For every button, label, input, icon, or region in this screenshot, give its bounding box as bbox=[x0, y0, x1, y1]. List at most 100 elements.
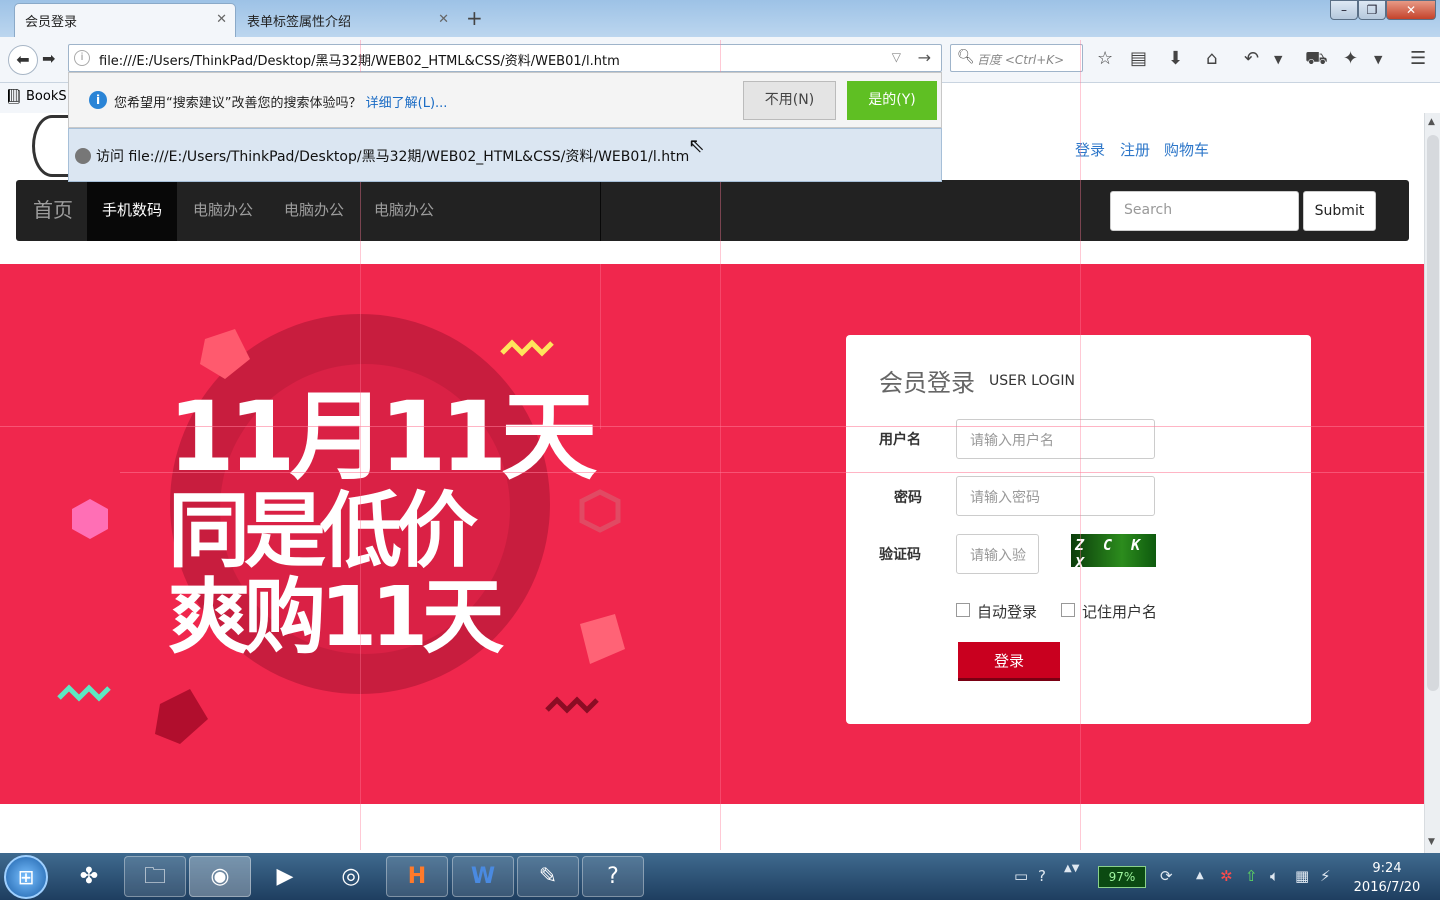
info-icon: i bbox=[89, 91, 107, 109]
firefox-icon[interactable]: ◉ bbox=[189, 856, 251, 897]
pink-cube-decoration bbox=[72, 499, 108, 539]
site-search-input[interactable]: Search bbox=[1110, 191, 1299, 231]
scroll-up-icon[interactable]: ▲ bbox=[1428, 117, 1435, 127]
bookmarks-label[interactable]: BookS bbox=[26, 89, 67, 104]
volume-icon[interactable]: 🔈︎ bbox=[1270, 867, 1279, 885]
nav-item-computers-2[interactable]: 电脑办公 bbox=[269, 180, 359, 241]
new-tab-button[interactable]: + bbox=[466, 6, 483, 30]
tray-expand-icon[interactable]: ▲▼ bbox=[1064, 863, 1079, 874]
browser-tab-bar: 会员登录 ✕ 表单标签属性介绍 ✕ + – ❐ ✕ bbox=[0, 0, 1440, 37]
windows-taskbar: ⊞ ✤ 🗀 ◉ ▶ ◎ H W ✎ ? ▭ ? ▲▼ 97% ⟳ ▲ ✲ ⇧ 🔈… bbox=[0, 853, 1440, 900]
notepad-icon[interactable]: ✎ bbox=[517, 856, 579, 897]
guide-line bbox=[600, 264, 601, 429]
page-scrollbar[interactable]: ▲ ▼ bbox=[1424, 113, 1440, 853]
close-tab-icon[interactable]: ✕ bbox=[216, 12, 227, 27]
sync-icon[interactable]: ⛟ bbox=[1305, 48, 1328, 72]
hbuilder-icon[interactable]: H bbox=[386, 856, 448, 897]
tab-label: 表单标签属性介绍 bbox=[247, 15, 352, 30]
remember-username-label: 记住用户名 bbox=[1082, 603, 1158, 621]
accept-suggestions-button[interactable]: 是的(Y) bbox=[847, 81, 937, 120]
chrome-icon[interactable]: ◎ bbox=[320, 856, 382, 897]
promo-banner: 11月11天 同是低价 爽购11天 会员登录 USER LOGIN 用户名 请输… bbox=[0, 264, 1424, 804]
captcha-image[interactable]: Z C K X bbox=[1071, 534, 1156, 572]
home-icon[interactable]: ⌂ bbox=[1206, 48, 1217, 69]
media-player-icon[interactable]: ▶ bbox=[254, 856, 316, 897]
auto-login-label: 自动登录 bbox=[977, 603, 1038, 621]
guide-line bbox=[120, 472, 1424, 473]
visit-url-text[interactable]: 访问 file:///E:/Users/ThinkPad/Desktop/黑马3… bbox=[96, 146, 689, 166]
auto-login-checkbox[interactable] bbox=[956, 603, 970, 617]
bookmark-star-icon[interactable]: ☆ bbox=[1097, 48, 1113, 69]
close-tab-icon[interactable]: ✕ bbox=[438, 12, 449, 27]
battery-indicator[interactable]: 97% bbox=[1098, 866, 1146, 888]
show-hidden-icons[interactable]: ▲ bbox=[1196, 870, 1204, 881]
cart-link[interactable]: 购物车 bbox=[1164, 139, 1209, 160]
remember-username-checkbox[interactable] bbox=[1061, 603, 1075, 617]
bookmark-folder-icon: 📕︎ bbox=[5, 89, 23, 105]
address-bar[interactable]: i file:///E:/Users/ThinkPad/Desktop/黑马32… bbox=[68, 44, 942, 72]
password-input[interactable]: 请输入密码 bbox=[956, 476, 1155, 516]
nav-home[interactable]: 首页 bbox=[18, 180, 88, 241]
go-arrow-icon[interactable]: → bbox=[918, 48, 931, 67]
start-orb[interactable]: ⊞ bbox=[4, 855, 48, 899]
minimize-button[interactable]: – bbox=[1330, 0, 1358, 20]
scroll-down-icon[interactable]: ▼ bbox=[1428, 837, 1435, 847]
reading-list-icon[interactable]: ▤ bbox=[1130, 48, 1147, 69]
close-window-button[interactable]: ✕ bbox=[1386, 0, 1436, 20]
login-submit-button[interactable]: 登录 bbox=[958, 642, 1060, 681]
nav-item-computers[interactable]: 电脑办公 bbox=[178, 180, 268, 241]
system-clock[interactable]: 9:24 2016/7/20 bbox=[1352, 859, 1422, 897]
decline-suggestions-button[interactable]: 不用(N) bbox=[743, 81, 836, 120]
info-icon[interactable]: i bbox=[74, 50, 90, 66]
username-label: 用户名 bbox=[879, 432, 921, 448]
nav-item-computers-3[interactable]: 电脑办公 bbox=[359, 180, 449, 241]
power-icon[interactable]: ⚡︎ bbox=[1320, 867, 1331, 885]
tab-label: 会员登录 bbox=[25, 15, 78, 30]
download-icon[interactable]: ⬇ bbox=[1168, 48, 1183, 69]
tray-upload-icon[interactable]: ⇧ bbox=[1245, 867, 1258, 885]
forward-button[interactable]: ➡ bbox=[42, 49, 55, 68]
learn-more-link[interactable]: 详细了解(L)... bbox=[366, 96, 448, 111]
username-input[interactable]: 请输入用户名 bbox=[956, 419, 1155, 459]
chevron-down-icon[interactable]: ▼ bbox=[1374, 53, 1382, 66]
autocomplete-visit-row[interactable]: 访问 file:///E:/Users/ThinkPad/Desktop/黑马3… bbox=[68, 128, 942, 182]
tray-security-icon[interactable]: ✲ bbox=[1220, 867, 1233, 885]
tab-form-attributes[interactable]: 表单标签属性介绍 ✕ bbox=[236, 3, 458, 37]
dropdown-arrow-icon[interactable]: ▽ bbox=[892, 50, 901, 64]
red-cube-decoration bbox=[200, 329, 250, 379]
menu-icon[interactable]: ☰ bbox=[1410, 48, 1426, 69]
login-subtitle: USER LOGIN bbox=[989, 373, 1075, 389]
tab-member-login[interactable]: 会员登录 ✕ bbox=[14, 3, 236, 37]
file-explorer-icon[interactable]: 🗀 bbox=[124, 856, 186, 897]
register-link[interactable]: 注册 bbox=[1120, 139, 1150, 160]
help-icon[interactable]: ? bbox=[582, 856, 644, 897]
addon-icon[interactable]: ✦ bbox=[1343, 48, 1358, 69]
nav-item-phones[interactable]: 手机数码 bbox=[87, 180, 178, 241]
tray-sync-icon[interactable]: ⟳ bbox=[1160, 867, 1173, 885]
site-search-submit[interactable]: Submit bbox=[1303, 191, 1376, 231]
teal-zigzag-decoration bbox=[57, 684, 111, 702]
tray-help-icon[interactable]: ? bbox=[1038, 867, 1046, 885]
guide-line bbox=[0, 426, 1424, 427]
scrollbar-thumb[interactable] bbox=[1427, 135, 1439, 691]
login-card: 会员登录 USER LOGIN 用户名 请输入用户名 密码 请输入密码 验证码 … bbox=[846, 335, 1311, 724]
tray-drive-icon[interactable]: ▭ bbox=[1014, 867, 1028, 885]
undo-icon[interactable]: ↶ bbox=[1244, 48, 1259, 69]
pinwheel-icon[interactable]: ✤ bbox=[58, 856, 120, 897]
network-icon[interactable]: ▦ bbox=[1295, 867, 1309, 885]
captcha-input[interactable]: 请输入验 bbox=[956, 534, 1039, 574]
browser-search-box[interactable]: 🔍︎ 百度 <Ctrl+K> bbox=[950, 44, 1083, 72]
bookmarks-bar: 📕︎ BookS bbox=[0, 83, 68, 113]
back-button[interactable]: ⬅ bbox=[8, 45, 38, 75]
guide-line bbox=[1080, 40, 1081, 850]
promo-text: 11月11天 同是低价 爽购11天 bbox=[168, 389, 597, 659]
restore-button[interactable]: ❐ bbox=[1358, 0, 1386, 20]
suggestion-message: 您希望用“搜索建议”改善您的搜索体验吗？ 详细了解(L)... bbox=[114, 92, 447, 111]
site-logo[interactable] bbox=[32, 115, 72, 177]
chevron-down-icon[interactable]: ▼ bbox=[1274, 53, 1282, 66]
suggestion-text: 您希望用“搜索建议”改善您的搜索体验吗？ bbox=[114, 96, 362, 111]
word-icon[interactable]: W bbox=[452, 856, 514, 897]
yellow-zigzag-decoration bbox=[500, 339, 554, 357]
search-suggestion-bar: i 您希望用“搜索建议”改善您的搜索体验吗？ 详细了解(L)... 不用(N) … bbox=[68, 72, 942, 128]
globe-icon bbox=[75, 148, 91, 164]
